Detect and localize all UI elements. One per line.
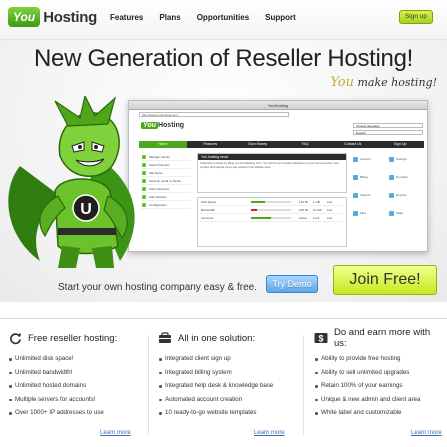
list-item: 10 ready-to-go website templates bbox=[158, 408, 303, 422]
mock-grid-item: Account bbox=[353, 157, 387, 171]
learn-more-link[interactable]: Learn more bbox=[254, 430, 285, 436]
mock-usage-fill bbox=[251, 216, 271, 219]
column-title: Free reseller hosting: bbox=[28, 332, 118, 344]
mock-grid-item: Support bbox=[353, 193, 387, 207]
column-header: $ Do and earn more with us: bbox=[314, 327, 444, 349]
mock-news-box: You hosting news Subscribe to News by fi… bbox=[197, 153, 347, 193]
mock-news-text: Subscribe to News by filling out the fol… bbox=[200, 161, 339, 169]
list-item: Over 1000+ IP addresses to use bbox=[8, 408, 153, 422]
feature-column-earn: $ Do and earn more with us: Ability to p… bbox=[314, 327, 444, 436]
list-item: Retain 100% of your earnings bbox=[314, 381, 444, 395]
learn-more-link[interactable]: Learn more bbox=[100, 430, 131, 436]
mock-grid-item: Files bbox=[353, 211, 387, 225]
mock-row-name: Disk Space bbox=[201, 199, 217, 204]
mascot-belt bbox=[58, 228, 116, 235]
mascot-pupil-left bbox=[78, 145, 82, 149]
mock-grid-item: Reports bbox=[389, 193, 423, 207]
mock-usage-fill bbox=[251, 208, 257, 211]
nav-plans[interactable]: Plans bbox=[159, 13, 180, 22]
learn-more-link[interactable]: Learn more bbox=[411, 430, 442, 436]
join-free-button[interactable]: Join Free! bbox=[333, 265, 437, 295]
list-item: Integrated client sign up bbox=[158, 354, 303, 368]
feature-column-solution: All in one solution: Integrated client s… bbox=[158, 330, 303, 436]
svg-text:$: $ bbox=[318, 334, 323, 344]
box-icon bbox=[158, 331, 172, 345]
mock-row-name: Accounts bbox=[201, 215, 214, 220]
mock-row: Bandwidth 150.00 10 GB Left bbox=[198, 206, 346, 214]
hero-title: New Generation of Reseller Hosting! bbox=[33, 45, 414, 72]
mock-usage-bar bbox=[251, 216, 291, 219]
list-item: Integrated help desk & knowledge base bbox=[158, 381, 303, 395]
mock-row-val: 10 GB bbox=[313, 207, 322, 212]
signup-button[interactable]: Sign up bbox=[399, 10, 433, 24]
mock-grid-item: Billing bbox=[353, 175, 387, 189]
mock-icon-grid: Account Settings Billing Domains Support… bbox=[353, 157, 423, 225]
try-demo-button[interactable]: Try Demo bbox=[266, 275, 318, 293]
mascot-hair bbox=[54, 96, 117, 127]
feature-list: Unlimited disk space! Unlimited bandwidt… bbox=[8, 354, 153, 422]
mock-row-name: Bandwidth bbox=[201, 207, 216, 212]
column-title: Do and earn more with us: bbox=[334, 327, 431, 349]
list-item: Ability to sell unlimited upgrades bbox=[314, 368, 444, 382]
mock-usage-bar bbox=[251, 208, 291, 211]
list-item: Multiple servers for accounts! bbox=[8, 395, 153, 409]
mock-row-val: Left bbox=[327, 215, 333, 220]
tagline-rest: make hosting! bbox=[354, 76, 437, 89]
mock-language-value: English bbox=[353, 130, 423, 135]
feature-list: Integrated client sign up Integrated bil… bbox=[158, 354, 303, 422]
mock-grid-item: Stats bbox=[389, 211, 423, 225]
mock-row-val: 134.50 bbox=[299, 199, 309, 204]
mock-tab: Earn Money bbox=[248, 142, 268, 146]
list-item: Unlimited disk space! bbox=[8, 354, 153, 368]
column-header: All in one solution: bbox=[158, 330, 303, 346]
mascot-pupil-right bbox=[94, 145, 98, 149]
feature-list: Ability to provide free hosting Ability … bbox=[314, 354, 444, 422]
nav-features[interactable]: Features bbox=[110, 13, 143, 22]
mascot-illustration: U bbox=[8, 96, 135, 268]
mock-row-val: Left bbox=[327, 207, 333, 212]
section-divider bbox=[0, 318, 447, 319]
tagline-you: You bbox=[330, 75, 354, 90]
refresh-icon bbox=[8, 331, 22, 345]
mock-language-select: Choose language bbox=[353, 123, 423, 128]
mock-row-val: Limit bbox=[313, 215, 320, 220]
list-item: Unlimited hosted domains bbox=[8, 381, 153, 395]
mock-usage-table: Disk Space 134.50 1 GB Left Bandwidth 15… bbox=[197, 197, 347, 247]
logo-hosting-text: Hosting bbox=[43, 8, 97, 26]
list-item: Unlimited bandwidth! bbox=[8, 368, 153, 382]
header-bar: You Hosting Features Plans Opportunities… bbox=[0, 0, 447, 40]
mock-row-val: 150.00 bbox=[299, 207, 309, 212]
mock-grid-item: Settings bbox=[389, 157, 423, 171]
mock-row-val: Active bbox=[299, 215, 308, 220]
list-item: Ability to provide free hosting bbox=[314, 354, 444, 368]
list-item: Integrated billing system bbox=[158, 368, 303, 382]
mock-right-panel: Choose language English Account Settings… bbox=[353, 123, 423, 249]
money-icon: $ bbox=[314, 331, 328, 345]
mock-usage-bar bbox=[251, 200, 291, 203]
list-item: Unique & new admin and client area bbox=[314, 395, 444, 409]
list-item: White label and customizable bbox=[314, 408, 444, 422]
nav-opportunities[interactable]: Opportunities bbox=[197, 13, 249, 22]
list-item: Automated account creation bbox=[158, 395, 303, 409]
mock-tab: Features bbox=[203, 142, 218, 146]
mock-tab: FAQ bbox=[301, 142, 309, 146]
mock-row-val: 1 GB bbox=[313, 199, 320, 204]
mock-row: Accounts Active Limit Left bbox=[198, 214, 346, 222]
mock-grid-item: Domains bbox=[389, 175, 423, 189]
column-header: Free reseller hosting: bbox=[8, 330, 153, 346]
hero-tagline: You make hosting! bbox=[330, 75, 437, 90]
main-nav: Features Plans Opportunities Support bbox=[110, 13, 312, 22]
mock-row-val: Left bbox=[327, 199, 333, 204]
column-separator bbox=[148, 335, 149, 435]
mock-row: Disk Space 134.50 1 GB Left bbox=[198, 198, 346, 206]
feature-column-reseller: Free reseller hosting: Unlimited disk sp… bbox=[8, 330, 153, 436]
nav-support[interactable]: Support bbox=[265, 13, 296, 22]
column-separator bbox=[303, 335, 304, 435]
mascot-emblem-letter: U bbox=[80, 201, 92, 218]
cta-text: Start your own hosting company easy & fr… bbox=[58, 282, 257, 293]
logo[interactable]: You Hosting bbox=[8, 6, 97, 28]
mock-usage-fill bbox=[251, 200, 265, 203]
column-title: All in one solution: bbox=[178, 332, 256, 344]
logo-you-badge: You bbox=[8, 7, 41, 27]
